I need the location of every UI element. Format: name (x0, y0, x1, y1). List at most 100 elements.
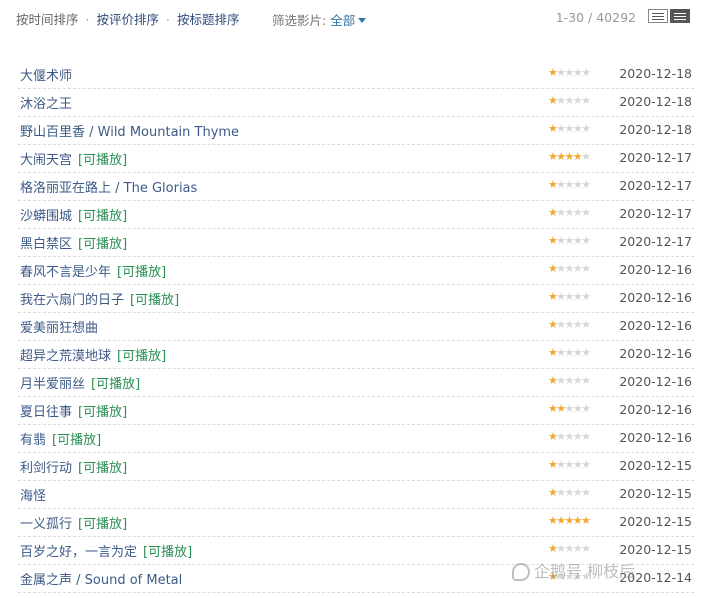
movie-title-cell: 我在六扇门的日子 [可播放] (20, 289, 179, 308)
movie-title-link[interactable]: 黑白禁区 (20, 237, 72, 252)
star-filled-icon: ★ (564, 514, 575, 527)
movie-title-link[interactable]: 爱美丽狂想曲 (20, 321, 98, 336)
sort-by-rating-link[interactable]: 按评价排序 (96, 12, 159, 27)
star-empty-icon: ★ (572, 542, 583, 555)
rating-stars: ★★★★★ (548, 318, 591, 331)
sort-by-time: 按时间排序 (16, 12, 79, 27)
playable-link[interactable]: [可播放] (78, 237, 127, 252)
movie-title-cell: 沙蟒围城 [可播放] (20, 205, 127, 224)
movie-title-link[interactable]: 有翡 (20, 433, 46, 448)
star-filled-icon: ★ (556, 402, 566, 415)
movie-title-link[interactable]: 沐浴之王 (20, 97, 72, 112)
star-filled-icon: ★ (556, 150, 566, 163)
playable-link[interactable]: [可播放] (78, 153, 127, 168)
movie-row: 我在六扇门的日子 [可播放] ★★★★★ 2020-12-16 (18, 285, 694, 313)
movie-title-cell: 有翡 [可播放] (20, 429, 101, 448)
star-empty-icon: ★ (572, 402, 583, 415)
movie-title-link[interactable]: 我在六扇门的日子 (20, 293, 124, 308)
movie-title-cell: 沐浴之王 (20, 93, 72, 112)
movie-title-link[interactable]: 月半爱丽丝 (20, 377, 85, 392)
star-empty-icon: ★ (581, 486, 591, 499)
star-empty-icon: ★ (564, 122, 575, 135)
movie-list: 大偃术师 ★★★★★ 2020-12-18 沐浴之王 ★★★★★ 2020-12-18 野山… (18, 61, 694, 593)
movie-title-link[interactable]: 春风不言是少年 (20, 265, 111, 280)
movie-row: 有翡 [可播放] ★★★★★ 2020-12-16 (18, 425, 694, 453)
star-filled-icon: ★ (572, 150, 583, 163)
movie-title-cell: 一义孤行 [可播放] (20, 513, 127, 532)
movie-title-link[interactable]: 一义孤行 (20, 517, 72, 532)
movie-date: 2020-12-15 (619, 542, 692, 557)
star-empty-icon: ★ (572, 262, 583, 275)
sort-by-title-link[interactable]: 按标题排序 (177, 12, 240, 27)
playable-link[interactable]: [可播放] (78, 461, 127, 476)
star-empty-icon: ★ (581, 94, 591, 107)
playable-link[interactable]: [可播放] (52, 433, 101, 448)
movie-date: 2020-12-18 (619, 122, 692, 137)
playable-link[interactable]: [可播放] (78, 517, 127, 532)
movie-date: 2020-12-17 (619, 150, 692, 165)
star-empty-icon: ★ (564, 458, 575, 471)
playable-link[interactable]: [可播放] (143, 545, 192, 560)
star-empty-icon: ★ (581, 318, 591, 331)
star-empty-icon: ★ (564, 374, 575, 387)
movie-title-link[interactable]: 超异之荒漠地球 (20, 349, 111, 364)
movie-date: 2020-12-16 (619, 318, 692, 333)
star-empty-icon: ★ (556, 346, 566, 359)
movie-date: 2020-12-15 (619, 486, 692, 501)
playable-link[interactable]: [可播放] (117, 265, 166, 280)
star-empty-icon: ★ (556, 318, 566, 331)
sort-options: 按时间排序 · 按评价排序 · 按标题排序 (16, 9, 239, 28)
star-empty-icon: ★ (581, 402, 591, 415)
movie-date: 2020-12-17 (619, 206, 692, 221)
movie-title-link[interactable]: 海怪 (20, 489, 46, 504)
star-empty-icon: ★ (556, 66, 566, 79)
movie-title-link[interactable]: 大偃术师 (20, 69, 72, 84)
movie-title-cell: 利剑行动 [可播放] (20, 457, 127, 476)
movie-title-link[interactable]: 格洛丽亚在路上 / The Glorias (20, 181, 197, 196)
compact-list-view-icon[interactable] (670, 9, 690, 23)
penguin-logo-icon (512, 563, 530, 581)
movie-title-link[interactable]: 野山百里香 / Wild Mountain Thyme (20, 125, 239, 140)
star-empty-icon: ★ (581, 374, 591, 387)
movie-title-link[interactable]: 金属之声 / Sound of Metal (20, 573, 182, 588)
movie-title-cell: 爱美丽狂想曲 (20, 317, 98, 336)
playable-link[interactable]: [可播放] (78, 209, 127, 224)
playable-link[interactable]: [可播放] (91, 377, 140, 392)
result-count: 1-30 / 40292 (555, 10, 636, 25)
movie-row: 沙蟒围城 [可播放] ★★★★★ 2020-12-17 (18, 201, 694, 229)
list-view-icon[interactable] (648, 9, 668, 23)
star-empty-icon: ★ (581, 290, 591, 303)
star-empty-icon: ★ (564, 94, 575, 107)
rating-stars: ★★★★★ (548, 234, 591, 247)
playable-link[interactable]: [可播放] (117, 349, 166, 364)
star-empty-icon: ★ (572, 318, 583, 331)
movie-date: 2020-12-16 (619, 402, 692, 417)
rating-stars: ★★★★★ (548, 94, 591, 107)
rating-stars: ★★★★★ (548, 66, 591, 79)
movie-title-cell: 超异之荒漠地球 [可播放] (20, 345, 166, 364)
separator: · (165, 12, 170, 27)
star-empty-icon: ★ (556, 206, 566, 219)
star-empty-icon: ★ (556, 178, 566, 191)
movie-title-link[interactable]: 利剑行动 (20, 461, 72, 476)
movie-row: 大闹天宫 [可播放] ★★★★★ 2020-12-17 (18, 145, 694, 173)
star-empty-icon: ★ (581, 430, 591, 443)
star-empty-icon: ★ (581, 234, 591, 247)
movie-title-link[interactable]: 大闹天宫 (20, 153, 72, 168)
playable-link[interactable]: [可播放] (78, 405, 127, 420)
star-empty-icon: ★ (581, 66, 591, 79)
movie-title-link[interactable]: 百岁之好，一言为定 (20, 545, 137, 560)
star-empty-icon: ★ (572, 234, 583, 247)
star-empty-icon: ★ (564, 430, 575, 443)
star-empty-icon: ★ (556, 290, 566, 303)
movie-date: 2020-12-17 (619, 234, 692, 249)
playable-link[interactable]: [可播放] (130, 293, 179, 308)
movie-row: 爱美丽狂想曲 ★★★★★ 2020-12-16 (18, 313, 694, 341)
movie-title-link[interactable]: 夏日往事 (20, 405, 72, 420)
movie-row: 大偃术师 ★★★★★ 2020-12-18 (18, 61, 694, 89)
filter-dropdown[interactable]: 全部 (330, 13, 367, 28)
watermark: 企鹅号 柳枝后 (512, 558, 704, 588)
movie-row: 沐浴之王 ★★★★★ 2020-12-18 (18, 89, 694, 117)
star-empty-icon: ★ (556, 94, 566, 107)
movie-title-link[interactable]: 沙蟒围城 (20, 209, 72, 224)
